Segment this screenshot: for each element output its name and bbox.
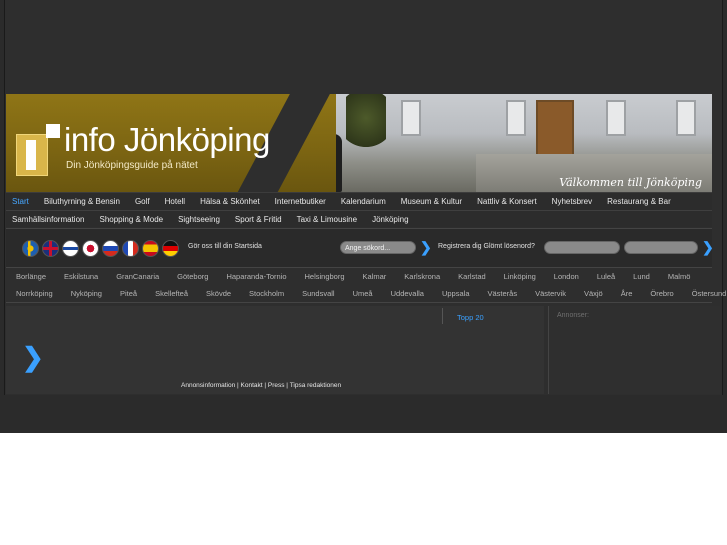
city-link-haparanda-tornio[interactable]: Haparanda-Tornio (226, 272, 286, 281)
ads-label: Annonser: (557, 312, 589, 319)
set-startpage-link[interactable]: Gör oss till din Startsida (188, 243, 262, 250)
city-link-uddevalla[interactable]: Uddevalla (391, 289, 424, 298)
topp20-tab[interactable]: Topp 20 (457, 313, 484, 322)
city-link-uppsala[interactable]: Uppsala (442, 289, 470, 298)
nav-item-restaurang-bar[interactable]: Restaurang & Bar (607, 197, 671, 206)
page-background: info Jönköping Din Jönköpingsguide på nä… (0, 0, 727, 433)
city-link-goteborg[interactable]: Göteborg (177, 272, 208, 281)
welcome-text: Välkommen till Jönköping (559, 176, 702, 189)
nav-item-biluthyrning-bensin[interactable]: Biluthyrning & Bensin (44, 197, 120, 206)
city-link-grancanaria[interactable]: GranCanaria (116, 272, 159, 281)
city-link-vasteras[interactable]: Västerås (488, 289, 518, 298)
nav-item-museum-kultur[interactable]: Museum & Kultur (401, 197, 462, 206)
nav-item-nattliv-konsert[interactable]: Nattliv & Konsert (477, 197, 537, 206)
search-input[interactable]: Ange sökord... (340, 241, 416, 254)
footer-link-press[interactable]: Press (268, 382, 285, 389)
nav-item-golf[interactable]: Golf (135, 197, 150, 206)
password-input[interactable] (624, 241, 698, 254)
nav-row-secondary: Samhällsinformation Shopping & Mode Sights… (6, 211, 712, 228)
sweden-flag-icon[interactable] (22, 240, 39, 257)
city-link-pitea[interactable]: Piteå (120, 289, 137, 298)
city-link-vastervik[interactable]: Västervik (535, 289, 566, 298)
france-flag-icon[interactable] (122, 240, 139, 257)
japan-flag-icon[interactable] (82, 240, 99, 257)
banner-window (606, 100, 626, 136)
bottom-strip (0, 395, 727, 433)
toolbar: Gör oss till din Startsida Ange sökord..… (6, 228, 714, 268)
site-title[interactable]: info Jönköping (64, 122, 270, 158)
finland-flag-icon[interactable] (62, 240, 79, 257)
banner-window (676, 100, 696, 136)
nav-item-internetbutiker[interactable]: Internetbutiker (275, 197, 326, 206)
city-link-helsingborg[interactable]: Helsingborg (305, 272, 345, 281)
nav-item-shopping-mode[interactable]: Shopping & Mode (99, 215, 163, 224)
germany-flag-icon[interactable] (162, 240, 179, 257)
header-banner: info Jönköping Din Jönköpingsguide på nä… (6, 94, 712, 192)
username-input[interactable] (544, 241, 620, 254)
ads-panel: Annonser: (548, 306, 720, 394)
top-ad-area (5, 0, 722, 92)
city-row-1: Borlänge Eskilstuna GranCanaria Göteborg Hap… (6, 268, 712, 285)
nav-item-halsa-skonhet[interactable]: Hälsa & Skönhet (200, 197, 260, 206)
banner-window (401, 100, 421, 136)
double-chevron-icon[interactable]: ❯ (22, 344, 44, 370)
city-link-malmo[interactable]: Malmö (668, 272, 691, 281)
city-link-london[interactable]: London (554, 272, 579, 281)
city-link-orebro[interactable]: Örebro (650, 289, 673, 298)
nav-item-nyhetsbrev[interactable]: Nyhetsbrev (552, 197, 592, 206)
city-link-borlange[interactable]: Borlänge (16, 272, 46, 281)
city-row-2: Norrköping Nyköping Piteå Skellefteå Skövde S… (6, 285, 726, 302)
spain-flag-icon[interactable] (142, 240, 159, 257)
city-link-karlskrona[interactable]: Karlskrona (404, 272, 440, 281)
city-link-karlstad[interactable]: Karlstad (458, 272, 486, 281)
uk-flag-icon[interactable] (42, 240, 59, 257)
city-links: Borlänge Eskilstuna GranCanaria Göteborg Hap… (6, 268, 726, 303)
nav-item-hotell[interactable]: Hotell (165, 197, 185, 206)
city-link-kalmar[interactable]: Kalmar (363, 272, 387, 281)
city-link-eskilstuna[interactable]: Eskilstuna (64, 272, 98, 281)
banner-door (536, 100, 574, 156)
footer-link-tipsa-redaktionen[interactable]: Tipsa redaktionen (290, 382, 341, 389)
nav-item-sport-fritid[interactable]: Sport & Fritid (235, 215, 282, 224)
city-link-linkoping[interactable]: Linköping (504, 272, 536, 281)
city-link-umea[interactable]: Umeå (353, 289, 373, 298)
nav-item-sightseeing[interactable]: Sightseeing (178, 215, 220, 224)
nav-item-taxi-limousine[interactable]: Taxi & Limousine (297, 215, 357, 224)
city-link-are[interactable]: Åre (621, 289, 633, 298)
login-go-icon[interactable]: ❯ (702, 240, 714, 254)
city-link-stockholm[interactable]: Stockholm (249, 289, 284, 298)
city-link-sundsvall[interactable]: Sundsvall (302, 289, 335, 298)
register-link[interactable]: Registrera dig Glömt lösenord? (438, 243, 535, 250)
city-link-skelleftea[interactable]: Skellefteå (155, 289, 188, 298)
city-link-skovde[interactable]: Skövde (206, 289, 231, 298)
russia-flag-icon[interactable] (102, 240, 119, 257)
site-subtitle: Din Jönköpingsguide på nätet (66, 160, 198, 171)
nav-item-kalendarium[interactable]: Kalendarium (341, 197, 386, 206)
footer-link-kontakt[interactable]: Kontakt (241, 382, 263, 389)
info-logo-icon[interactable] (16, 124, 60, 176)
nav-row-primary: Start Biluthyrning & Bensin Golf Hotell Häls… (6, 193, 712, 210)
city-link-lund[interactable]: Lund (633, 272, 650, 281)
city-link-lulea[interactable]: Luleå (597, 272, 615, 281)
nav-item-start[interactable]: Start (12, 197, 29, 206)
main-content: ❯ Topp 20 Annonsinformation | Kontakt | … (6, 306, 544, 394)
footer-link-annonsinformation[interactable]: Annonsinformation (181, 382, 235, 389)
city-link-nykoping[interactable]: Nyköping (71, 289, 102, 298)
city-link-vaxjo[interactable]: Växjö (584, 289, 603, 298)
banner-tree (346, 94, 386, 154)
footer-links: Annonsinformation | Kontakt | Press | Ti… (181, 382, 341, 389)
main-nav: Start Biluthyrning & Bensin Golf Hotell Häls… (6, 192, 712, 227)
topp20-tab-bar: Topp 20 (442, 308, 543, 324)
city-link-norrkoping[interactable]: Norrköping (16, 289, 53, 298)
nav-item-samhallsinformation[interactable]: Samhällsinformation (12, 215, 84, 224)
city-link-ostersund[interactable]: Östersund (692, 289, 727, 298)
banner-window (506, 100, 526, 136)
nav-item-jonkoping[interactable]: Jönköping (372, 215, 408, 224)
search-go-icon[interactable]: ❯ (420, 240, 432, 254)
